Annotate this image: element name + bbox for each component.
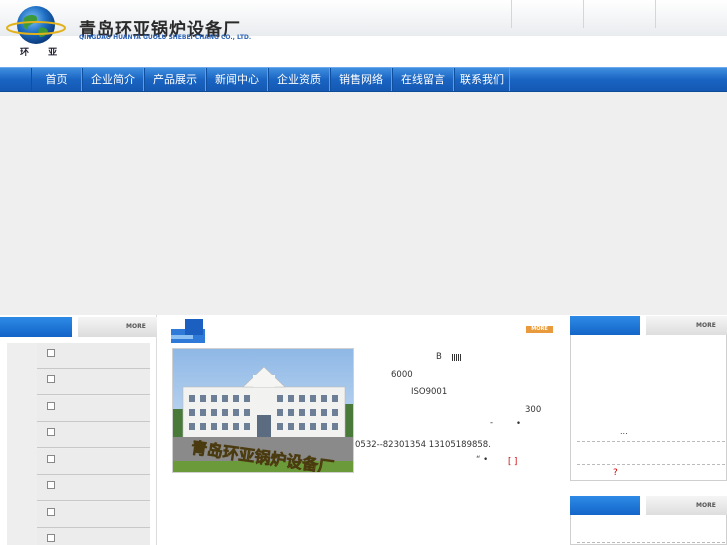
left-category-list [7, 343, 150, 545]
left-section-tab [0, 317, 72, 337]
intro-line: ISO9001 [411, 387, 448, 397]
header-divider [511, 0, 512, 28]
right-question-link[interactable]: ? [613, 468, 618, 478]
intro-line: • [516, 419, 522, 429]
list-item[interactable] [37, 449, 150, 475]
nav-item-qualifications[interactable]: 企业资质 [268, 68, 330, 91]
page: 环 亚 青岛环亚锅炉设备厂 QINGDAO HUANYA GUOLU SHEBE… [0, 0, 727, 545]
divider [577, 464, 725, 465]
section-header-icon [171, 319, 205, 343]
barcode-glyph-icon [452, 354, 461, 361]
factory-building-image: 青岛环亚锅炉设备厂 [173, 349, 353, 472]
banner [0, 92, 727, 315]
nav-item-about[interactable]: 企业简介 [82, 68, 144, 91]
checkbox-icon [47, 534, 55, 542]
right-contact-box [570, 515, 727, 545]
right-more-link[interactable]: MORE [696, 322, 716, 329]
checkbox-icon [47, 481, 55, 489]
list-item[interactable] [37, 475, 150, 501]
nav-item-home[interactable]: 首页 [31, 68, 82, 91]
checkbox-icon [47, 508, 55, 516]
intro-line: B [436, 352, 442, 362]
left-sidebar: MORE [0, 315, 157, 545]
left-more-link[interactable]: MORE [126, 323, 146, 330]
intro-line: 300 [525, 405, 542, 415]
company-intro-section: MORE 青岛环亚锅炉设备厂 B 6000 ISO9001 300 - • 05… [165, 315, 563, 545]
list-item[interactable] [37, 502, 150, 528]
right-section-tab [570, 496, 640, 516]
intro-contact-line: 0532--82301354 13105189858. [355, 440, 491, 450]
right-section-header: MORE [570, 316, 727, 336]
header: 环 亚 青岛环亚锅炉设备厂 QINGDAO HUANYA GUOLU SHEBE… [0, 0, 727, 67]
intro-text: B 6000 ISO9001 300 - • 0532--82301354 13… [355, 351, 555, 471]
nav-item-sales-network[interactable]: 销售网络 [330, 68, 392, 91]
divider [577, 542, 725, 543]
intro-line: 6000 [391, 370, 413, 380]
header-divider [655, 0, 656, 28]
intro-more-button[interactable]: MORE [526, 326, 553, 333]
right-news-box: ... ? [570, 335, 727, 481]
list-item[interactable] [37, 528, 150, 545]
nav-item-contact[interactable]: 联系我们 [454, 68, 510, 91]
logo-text: 环 亚 [20, 48, 66, 58]
checkbox-icon [47, 455, 55, 463]
main-nav: 首页 企业简介 产品展示 新闻中心 企业资质 销售网络 在线留言 联系我们 [0, 67, 727, 92]
right-sidebar: MORE ... ? MORE [570, 315, 727, 545]
intro-detail-link[interactable]: [ ] [508, 457, 517, 467]
right-section-tab [570, 316, 640, 336]
list-item[interactable] [37, 396, 150, 422]
divider [577, 441, 725, 442]
nav-item-products[interactable]: 产品展示 [144, 68, 206, 91]
right-section-header-2: MORE [570, 496, 727, 516]
checkbox-icon [47, 349, 55, 357]
company-name-en: QINGDAO HUANYA GUOLU SHEBEI CHANG CO., L… [79, 34, 252, 41]
header-divider [583, 0, 584, 28]
globe-logo-icon[interactable] [6, 4, 66, 46]
nav-item-news[interactable]: 新闻中心 [206, 68, 268, 91]
list-item[interactable] [37, 369, 150, 395]
right-ellipsis: ... [620, 427, 628, 436]
intro-line: “ • [476, 455, 489, 465]
checkbox-icon [47, 402, 55, 410]
factory-photo: 青岛环亚锅炉设备厂 [172, 348, 354, 473]
list-item[interactable] [37, 343, 150, 369]
right-more-link-2[interactable]: MORE [696, 502, 716, 509]
checkbox-icon [47, 428, 55, 436]
intro-line: - [490, 418, 494, 428]
nav-item-guestbook[interactable]: 在线留言 [392, 68, 454, 91]
checkbox-icon [47, 375, 55, 383]
list-item[interactable] [37, 422, 150, 448]
left-section-header: MORE [0, 317, 157, 337]
